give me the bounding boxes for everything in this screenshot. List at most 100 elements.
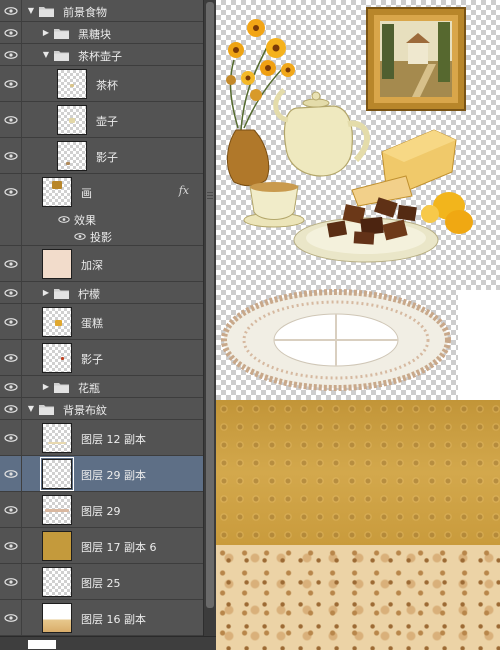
scroll-grip-line — [207, 192, 213, 193]
layer-label: 影子 — [96, 151, 118, 164]
vase — [227, 129, 270, 187]
expand-triangle-right-icon[interactable]: ▶ — [41, 382, 51, 392]
layer-thumbnail — [42, 531, 72, 561]
visibility-eye-icon[interactable] — [0, 304, 22, 339]
wallpaper-pattern — [216, 400, 500, 545]
teacup — [243, 182, 305, 228]
visibility-eye-icon[interactable] — [0, 174, 22, 210]
visibility-eye-icon[interactable] — [0, 528, 22, 563]
framed-painting — [366, 7, 466, 111]
group-row-lemon[interactable]: ▶ 柠檬 — [0, 282, 203, 304]
visibility-eye-icon[interactable] — [58, 216, 70, 223]
layer-row-shadow[interactable]: 影子 — [0, 138, 203, 174]
scroll-grip-line — [207, 195, 213, 196]
visibility-eye-icon[interactable] — [0, 282, 22, 303]
visibility-eye-icon[interactable] — [0, 456, 22, 491]
folder-icon — [54, 29, 69, 39]
layer-thumbnail — [42, 249, 72, 279]
visibility-eye-icon[interactable] — [0, 492, 22, 527]
layers-scrollbar[interactable] — [203, 0, 216, 650]
group-label: 柠檬 — [78, 288, 100, 301]
visibility-eye-icon[interactable] — [0, 102, 22, 137]
scrollbar-thumb[interactable] — [206, 2, 214, 608]
layer-thumbnail — [42, 567, 72, 597]
layer-effects-block: 效果 投影 — [0, 210, 203, 246]
group-row-black-sugar[interactable]: ▶ 黑糖块 — [0, 22, 203, 44]
visibility-eye-icon[interactable] — [0, 138, 22, 173]
layer-row-cake[interactable]: 蛋糕 — [0, 304, 203, 340]
layer-row-layer-12-copy[interactable]: 图层 12 副本 — [0, 420, 203, 456]
layer-row-layer-25[interactable]: 图层 25 — [0, 564, 203, 600]
group-label: 背景布紋 — [63, 404, 107, 417]
layer-label: 蛋糕 — [81, 317, 103, 330]
layers-panel: ▼ 前景食物 ▶ 黑糖块 ▼ 茶杯壶子 茶杯 壶子 影子 画 fx 效果 投影 … — [0, 0, 216, 650]
layer-label: 图层 12 副本 — [81, 433, 146, 446]
teapot — [273, 88, 370, 177]
visibility-eye-icon[interactable] — [0, 420, 22, 455]
layer-label: 加深 — [81, 259, 103, 272]
floral-fabric-pattern — [216, 545, 500, 650]
layer-row-shadow-2[interactable]: 影子 — [0, 340, 203, 376]
layer-label: 图层 25 — [81, 577, 121, 590]
folder-icon — [54, 289, 69, 299]
visibility-eye-icon[interactable] — [0, 398, 22, 419]
visibility-eye-icon[interactable] — [0, 600, 22, 635]
folder-icon — [39, 7, 54, 17]
group-label: 花瓶 — [78, 382, 100, 395]
drop-shadow-label: 投影 — [90, 231, 112, 244]
layer-thumbnail — [42, 343, 72, 373]
expand-triangle-down-icon[interactable]: ▼ — [41, 50, 51, 60]
layer-label: 壶子 — [96, 115, 118, 128]
group-label: 前景食物 — [63, 6, 107, 19]
layer-thumbnail-partial — [28, 640, 56, 649]
group-row-foreground-food[interactable]: ▼ 前景食物 — [0, 0, 203, 22]
layer-thumbnail — [42, 495, 72, 525]
layer-thumbnail — [42, 603, 72, 633]
scroll-grip-line — [207, 198, 213, 199]
effects-label: 效果 — [74, 214, 96, 227]
expand-triangle-down-icon[interactable]: ▼ — [26, 6, 36, 16]
layer-thumbnail — [42, 177, 72, 207]
group-row-background-fabric[interactable]: ▼ 背景布紋 — [0, 398, 203, 420]
layer-row-layer-17-copy-6[interactable]: 图层 17 副本 6 — [0, 528, 203, 564]
group-label: 茶杯壶子 — [78, 50, 122, 63]
panel-bottom-strip — [0, 636, 216, 650]
expand-triangle-right-icon[interactable]: ▶ — [41, 288, 51, 298]
layer-row-teapot[interactable]: 壶子 — [0, 102, 203, 138]
layer-row-teacup[interactable]: 茶杯 — [0, 66, 203, 102]
chocolate-plate — [293, 197, 439, 263]
layer-label: 图层 16 副本 — [81, 613, 146, 626]
group-row-vase[interactable]: ▶ 花瓶 — [0, 376, 203, 398]
layer-row-layer-29-copy[interactable]: 图层 29 副本 — [0, 456, 203, 492]
layer-row-deepen[interactable]: 加深 — [0, 246, 203, 282]
layer-label: 影子 — [81, 353, 103, 366]
folder-icon — [54, 383, 69, 393]
layer-row-layer-16-copy[interactable]: 图层 16 副本 — [0, 600, 203, 636]
expand-triangle-right-icon[interactable]: ▶ — [41, 28, 51, 38]
visibility-eye-icon[interactable] — [0, 564, 22, 599]
lemons — [421, 192, 473, 234]
layer-row-layer-29[interactable]: 图层 29 — [0, 492, 203, 528]
document-canvas[interactable] — [216, 0, 500, 650]
group-row-teapot-set[interactable]: ▼ 茶杯壶子 — [0, 44, 203, 66]
layer-thumbnail — [40, 457, 74, 491]
layer-thumbnail — [57, 141, 87, 171]
visibility-eye-icon[interactable] — [74, 233, 86, 240]
still-life-illustration — [221, 7, 473, 391]
layer-thumbnail — [42, 307, 72, 337]
fx-badge[interactable]: fx — [179, 184, 189, 197]
visibility-eye-icon[interactable] — [0, 340, 22, 375]
flower-bouquet — [226, 19, 295, 131]
visibility-eye-icon[interactable] — [0, 66, 22, 101]
layer-row-painting[interactable]: 画 fx — [0, 174, 203, 210]
visibility-eye-icon[interactable] — [0, 22, 22, 43]
visibility-eye-icon[interactable] — [0, 246, 22, 281]
layer-label: 茶杯 — [96, 79, 118, 92]
layer-label: 画 — [81, 187, 92, 200]
expand-triangle-down-icon[interactable]: ▼ — [26, 404, 36, 414]
visibility-eye-icon[interactable] — [0, 44, 22, 65]
folder-icon — [54, 51, 69, 61]
visibility-eye-icon[interactable] — [0, 0, 22, 21]
visibility-eye-icon[interactable] — [0, 376, 22, 397]
layer-label: 图层 17 副本 6 — [81, 541, 157, 554]
